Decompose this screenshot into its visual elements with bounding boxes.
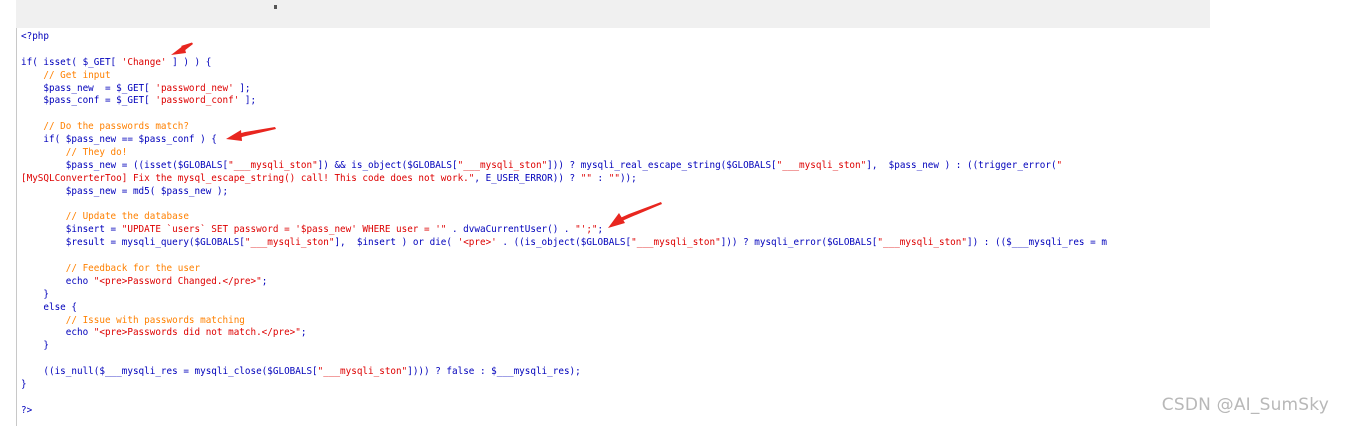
code-token: "___mysqli_ston"	[776, 159, 867, 171]
code-line: // Issue with passwords matching	[21, 315, 1107, 328]
code-token: ], $pass_new ) : ((trigger_error(	[866, 159, 1057, 171]
code-line: }	[21, 340, 1107, 353]
source-code-panel: <?php if( isset( $_GET[ 'Change' ] ) ) {…	[16, 28, 1211, 426]
code-token: 'password_conf'	[155, 95, 240, 107]
code-token: "___mysqli_ston"	[877, 237, 967, 249]
code-token: , E_USER_ERROR)) ?	[474, 172, 581, 184]
code-token: // Get input	[21, 69, 111, 81]
code-token: }	[21, 379, 27, 391]
code-token: if( isset( $_GET[	[21, 56, 122, 68]
code-token: $insert =	[21, 224, 122, 236]
code-line: }	[21, 289, 1107, 302]
code-line: // Get input	[21, 70, 1107, 83]
code-token: ]) && is_object($GLOBALS[	[317, 159, 458, 171]
code-token: [MySQLConverterToo] Fix the mysql_escape…	[21, 172, 475, 184]
code-token: ;	[300, 327, 307, 339]
code-line: ((is_null($___mysqli_res = mysqli_close(…	[21, 366, 1107, 379]
code-token: ];	[233, 82, 251, 94]
code-line: $insert = "UPDATE `users` SET password =…	[21, 224, 1107, 237]
code-token: . ((is_object($GLOBALS[	[496, 237, 632, 249]
code-token: ] ) ) {	[166, 56, 212, 68]
code-token: ])) ? mysqli_real_escape_string($GLOBALS…	[547, 159, 777, 171]
code-line: // They do!	[21, 147, 1107, 160]
code-token: "	[1056, 159, 1063, 171]
code-line: echo "<pre>Passwords did not match.</pre…	[21, 327, 1107, 340]
code-line: else {	[21, 302, 1107, 315]
code-token: "___mysqli_ston"	[457, 159, 548, 171]
code-token: // Update the database	[21, 211, 189, 223]
code-line: // Update the database	[21, 211, 1107, 224]
code-token: "___mysqli_ston"	[317, 366, 408, 378]
php-source-code: <?php if( isset( $_GET[ 'Change' ] ) ) {…	[21, 31, 1107, 418]
code-token: $pass_new = ((isset($GLOBALS[	[21, 159, 229, 171]
code-token: . dvwaCurrentUser() .	[446, 224, 576, 236]
code-token: ((is_null($___mysqli_res = mysqli_close(…	[21, 366, 318, 378]
code-line: $pass_conf = $_GET[ 'password_conf' ];	[21, 95, 1107, 108]
code-token: ])) ? mysqli_error($GLOBALS[	[720, 237, 878, 249]
code-token: ], $insert ) or die(	[334, 237, 458, 249]
code-token: "';"	[575, 224, 598, 236]
code-line: // Do the passwords match?	[21, 121, 1107, 134]
code-token: ;	[261, 275, 268, 287]
code-token: '<pre>'	[457, 237, 497, 249]
code-line: [MySQLConverterToo] Fix the mysql_escape…	[21, 173, 1107, 186]
code-token: if( $pass_new == $pass_conf ) {	[21, 134, 217, 146]
code-token: ;	[597, 224, 604, 236]
code-token: "UPDATE `users` SET password = '$pass_ne…	[121, 224, 447, 236]
code-token: <?php	[21, 31, 49, 42]
code-token: 'password_new'	[155, 82, 234, 94]
code-token: // Do the passwords match?	[21, 121, 189, 133]
code-token: else {	[21, 301, 77, 313]
code-line: $result = mysqli_query($GLOBALS["___mysq…	[21, 237, 1107, 250]
code-line: ?>	[21, 405, 1107, 418]
code-token: 'Change'	[121, 56, 167, 68]
code-token: echo	[21, 275, 94, 287]
code-token: ?>	[21, 404, 33, 416]
code-line: echo "<pre>Password Changed.</pre>";	[21, 276, 1107, 289]
code-line: // Feedback for the user	[21, 263, 1107, 276]
code-token: $pass_new = $_GET[	[21, 82, 156, 94]
code-line: $pass_new = $_GET[ 'password_new' ];	[21, 83, 1107, 96]
code-token: ];	[239, 95, 257, 107]
code-line: if( $pass_new == $pass_conf ) {	[21, 134, 1107, 147]
code-line: $pass_new = ((isset($GLOBALS["___mysqli_…	[21, 160, 1107, 173]
code-token: "___mysqli_ston"	[228, 159, 318, 171]
code-line: <?php	[21, 31, 1107, 44]
code-token: "<pre>Passwords did not match.</pre>"	[93, 327, 301, 339]
code-token: "___mysqli_ston"	[631, 237, 721, 249]
watermark-text: CSDN @AI_SumSky	[1161, 395, 1329, 415]
code-token: ""	[580, 172, 592, 184]
top-bar-marker	[274, 5, 277, 9]
code-token: ""	[608, 172, 620, 184]
code-token: echo	[21, 327, 94, 339]
code-line: }	[21, 379, 1107, 392]
code-token: :	[591, 172, 609, 184]
code-token: }	[21, 340, 49, 352]
code-token: "<pre>Password Changed.</pre>"	[93, 275, 262, 287]
code-token: }	[21, 288, 49, 300]
code-token: ));	[619, 172, 637, 184]
code-token: // Issue with passwords matching	[21, 314, 245, 326]
window-top-bar	[16, 0, 1210, 29]
code-token: // Feedback for the user	[21, 263, 201, 275]
code-token: // They do!	[21, 147, 128, 159]
code-token: ]))) ? false : $___mysqli_res);	[407, 366, 581, 378]
code-token: $result = mysqli_query($GLOBALS[	[21, 237, 245, 249]
code-line: if( isset( $_GET[ 'Change' ] ) ) {	[21, 57, 1107, 70]
code-token: ]) : (($___mysqli_res = m	[966, 237, 1107, 249]
code-token: $pass_new = md5( $pass_new );	[21, 185, 229, 197]
code-line: $pass_new = md5( $pass_new );	[21, 186, 1107, 199]
code-token: $pass_conf = $_GET[	[21, 95, 156, 107]
code-token: "___mysqli_ston"	[244, 237, 335, 249]
